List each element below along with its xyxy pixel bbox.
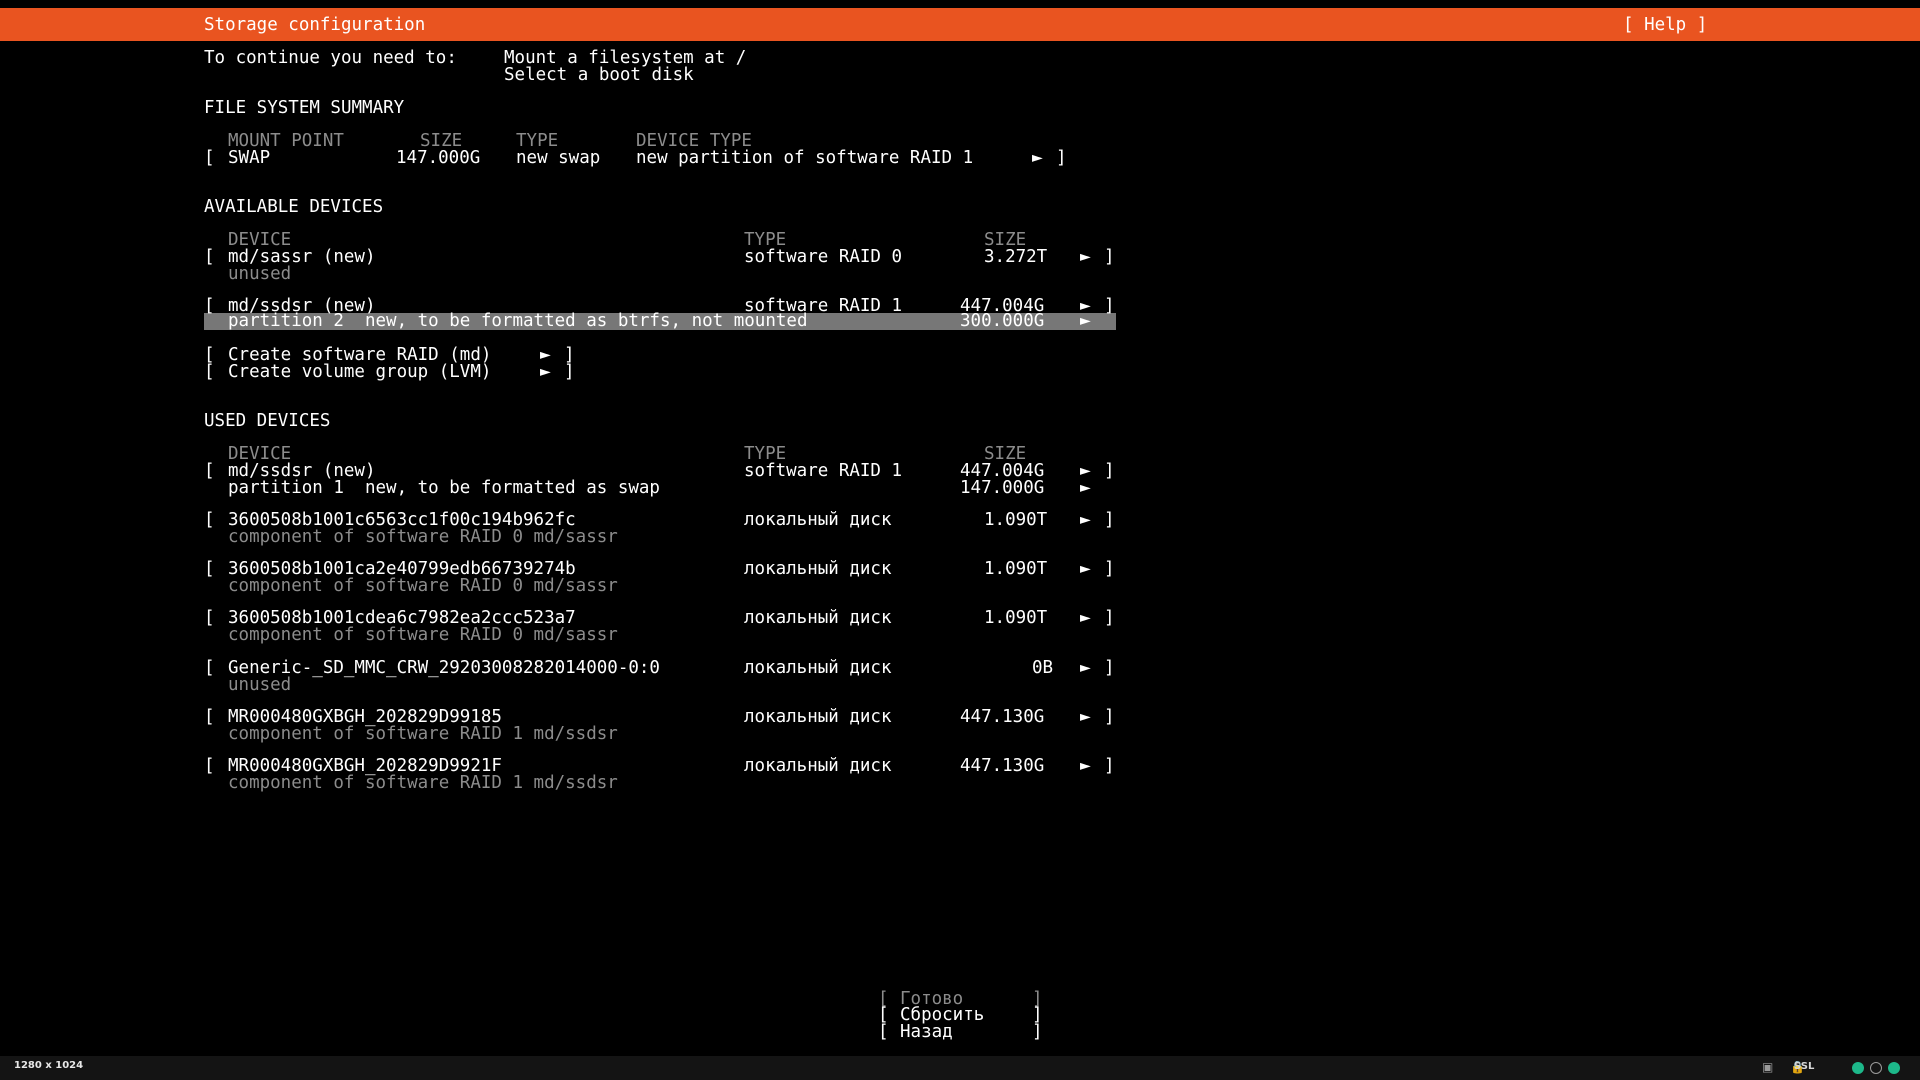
device-size: 3.272T <box>984 247 1048 267</box>
arrow-right-icon: ► <box>1080 709 1091 725</box>
disk-size: 447.130G <box>960 756 1045 776</box>
power-status-icon <box>1888 1062 1900 1074</box>
fs-mount: SWAP <box>228 148 271 168</box>
bracket-left: [ <box>204 559 215 579</box>
arrow-right-icon: ► <box>1080 313 1091 329</box>
arrow-right-icon: ► <box>1080 561 1091 577</box>
bracket-right: ] <box>1104 707 1115 727</box>
disk-size: 447.130G <box>960 707 1045 727</box>
bracket-left: [ <box>204 362 215 382</box>
fs-device-type: new partition of software RAID 1 <box>636 148 974 168</box>
disk-name: Generic-_SD_MMC_CRW_29203008282014000-0:… <box>228 658 660 678</box>
bracket-left: [ <box>204 247 215 267</box>
fs-size: 147.000G <box>396 148 481 168</box>
disk-type: локальный диск <box>744 510 892 530</box>
disk-usage: unused <box>228 675 292 695</box>
available-devices-title: AVAILABLE DEVICES <box>204 197 384 217</box>
connection-ok-icon <box>1852 1062 1864 1074</box>
bracket-left: [ <box>204 461 215 481</box>
device-status: unused <box>228 264 292 284</box>
camera-icon[interactable]: ▣ <box>1762 1060 1773 1074</box>
disk-usage: component of software RAID 1 md/ssdsr <box>228 724 618 744</box>
used-devices-title: USED DEVICES <box>204 411 331 431</box>
arrow-right-icon: ► <box>1032 150 1043 166</box>
bracket-right: ] <box>1104 608 1115 628</box>
arrow-right-icon: ► <box>1080 480 1091 496</box>
arrow-right-icon: ► <box>1080 610 1091 626</box>
resolution-label: 1280 x 1024 <box>14 1060 84 1071</box>
partition-size: 147.000G <box>960 478 1045 498</box>
arrow-right-icon: ► <box>1080 660 1091 676</box>
help-button[interactable]: [ Help ] <box>1623 16 1707 34</box>
page-title: Storage configuration <box>204 15 426 35</box>
disk-usage: component of software RAID 0 md/sassr <box>228 625 618 645</box>
disk-type: локальный диск <box>744 559 892 579</box>
bracket-left: [ <box>204 658 215 678</box>
bracket-left: [ <box>204 510 215 530</box>
disk-usage: component of software RAID 0 md/sassr <box>228 527 618 547</box>
disk-usage: component of software RAID 0 md/sassr <box>228 576 618 596</box>
device-type: software RAID 0 <box>744 247 903 267</box>
create-lvm-label: Create volume group (LVM) <box>228 362 492 382</box>
status-idle-icon <box>1870 1062 1882 1074</box>
bracket-right: ] <box>564 362 575 382</box>
arrow-right-icon: ► <box>540 364 551 380</box>
bracket-left: [ <box>878 1022 889 1042</box>
disk-type: локальный диск <box>744 756 892 776</box>
partition-label: partition 1 new, to be formatted as swap <box>228 478 660 498</box>
bracket-right: ] <box>1056 148 1067 168</box>
arrow-right-icon: ► <box>1080 758 1091 774</box>
arrow-right-icon: ► <box>540 347 551 363</box>
bracket-right: ] <box>1104 756 1115 776</box>
disk-type: локальный диск <box>744 608 892 628</box>
arrow-right-icon: ► <box>1080 249 1091 265</box>
ssl-label: SSL <box>1794 1061 1815 1072</box>
disk-type: локальный диск <box>744 707 892 727</box>
disk-usage: component of software RAID 1 md/ssdsr <box>228 773 618 793</box>
bracket-right: ] <box>1104 461 1115 481</box>
disk-size: 1.090T <box>984 510 1048 530</box>
bracket-left: [ <box>204 707 215 727</box>
device-type: software RAID 1 <box>744 461 903 481</box>
disk-type: локальный диск <box>744 658 892 678</box>
disk-size: 1.090T <box>984 559 1048 579</box>
top-strip <box>0 0 1920 8</box>
arrow-right-icon: ► <box>1080 463 1091 479</box>
disk-size: 1.090T <box>984 608 1048 628</box>
bracket-right: ] <box>1104 658 1115 678</box>
fs-summary-title: FILE SYSTEM SUMMARY <box>204 98 405 118</box>
back-label: Назад <box>900 1022 953 1042</box>
bracket-left: [ <box>204 608 215 628</box>
instruction-boot: Select a boot disk <box>504 65 694 85</box>
partition-label: partition 2 new, to be formatted as btrf… <box>228 311 808 331</box>
partition-size: 300.000G <box>960 311 1045 331</box>
viewer-status-bar: 1280 x 1024 ▣ 🔒 SSL <box>0 1056 1920 1080</box>
bracket-right: ] <box>1032 1022 1043 1042</box>
arrow-right-icon: ► <box>1080 512 1091 528</box>
bracket-left: [ <box>204 148 215 168</box>
bracket-right: ] <box>1104 510 1115 530</box>
bracket-right: ] <box>1104 559 1115 579</box>
bracket-left: [ <box>204 756 215 776</box>
disk-size: 0B <box>1032 658 1054 678</box>
fs-type: new swap <box>516 148 601 168</box>
instructions-prefix: To continue you need to: <box>204 48 457 68</box>
bracket-right: ] <box>1104 247 1115 267</box>
